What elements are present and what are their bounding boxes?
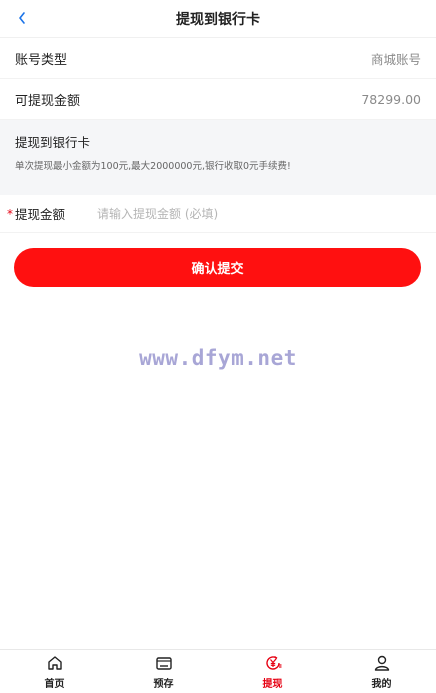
tab-home-label: 首页 <box>44 678 65 690</box>
account-type-label: 账号类型 <box>15 52 68 68</box>
page-title: 提现到银行卡 <box>176 11 260 28</box>
wallet-icon <box>155 656 172 670</box>
back-button[interactable] <box>10 6 34 30</box>
chevron-left-icon <box>19 12 25 24</box>
available-amount-row: 可提现金额 78299.00 <box>0 79 436 120</box>
withdraw-amount-row: * 提现金额 <box>0 195 436 233</box>
withdraw-amount-input[interactable] <box>95 205 421 222</box>
tab-prestore[interactable]: 预存 <box>109 650 218 693</box>
withdraw-info-panel: 提现到银行卡 单次提现最小金额为100元,最大2000000元,银行收取0元手续… <box>0 120 436 195</box>
available-amount-value: 78299.00 <box>361 91 421 107</box>
available-amount-label: 可提现金额 <box>15 93 81 109</box>
home-icon <box>47 655 62 670</box>
account-type-row: 账号类型 商城账号 <box>0 38 436 79</box>
navigation-bar: 提现到银行卡 <box>0 0 436 38</box>
tab-mine-label: 我的 <box>371 678 392 690</box>
tab-home[interactable]: 首页 <box>0 650 109 693</box>
account-type-value: 商城账号 <box>370 51 421 67</box>
user-icon <box>374 655 389 671</box>
tab-mine[interactable]: 我的 <box>327 650 436 693</box>
tab-withdraw-label: 提现 <box>262 678 283 690</box>
confirm-submit-button[interactable]: 确认提交 <box>14 248 421 287</box>
info-heading: 提现到银行卡 <box>15 135 91 150</box>
withdraw-amount-label: 提现金额 <box>15 207 66 222</box>
yuan-exchange-icon <box>265 655 281 670</box>
watermark-text: www.dfym.net <box>139 346 297 370</box>
required-mark: * <box>7 206 13 221</box>
tab-prestore-label: 预存 <box>153 678 174 690</box>
bottom-tab-bar: 首页 预存 提现 我的 <box>0 649 436 693</box>
tab-withdraw[interactable]: 提现 <box>218 650 327 693</box>
info-detail: 单次提现最小金额为100元,最大2000000元,银行收取0元手续费! <box>15 161 291 172</box>
